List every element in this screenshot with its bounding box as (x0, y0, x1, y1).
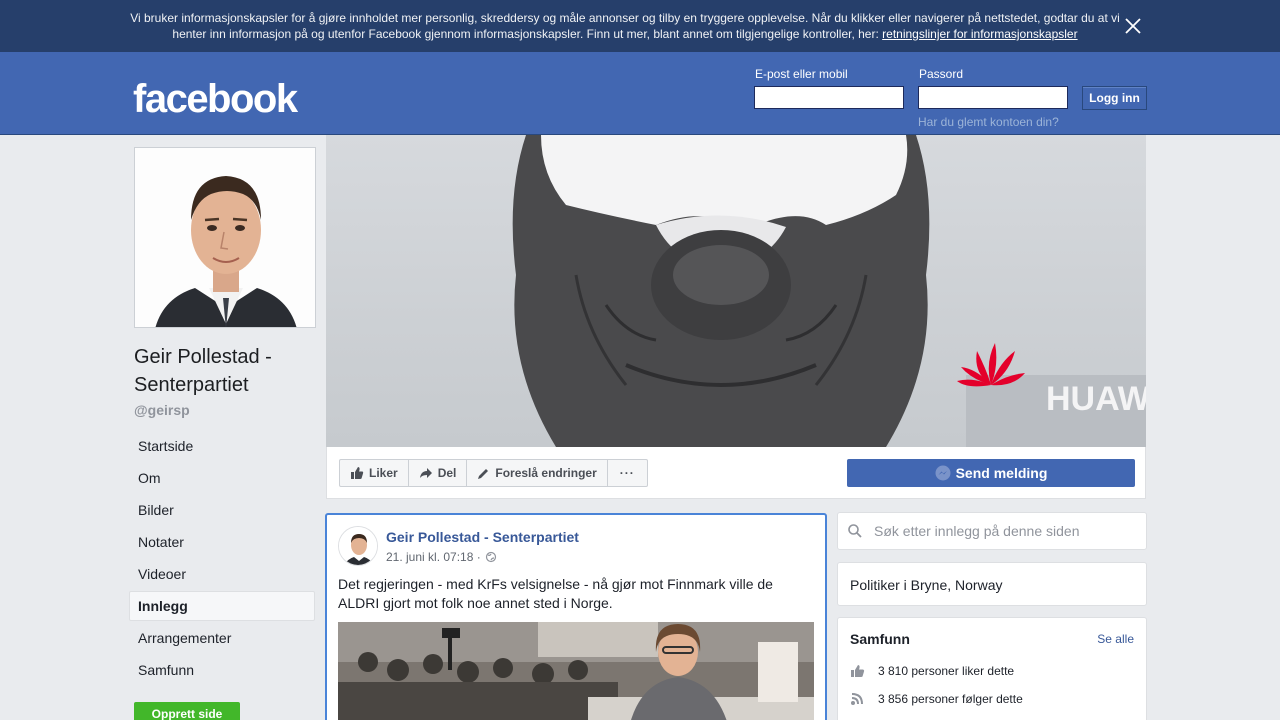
nav-item-events[interactable]: Arrangementer (129, 623, 315, 653)
nav-item-about[interactable]: Om (129, 463, 315, 493)
send-message-label: Send melding (955, 465, 1048, 481)
see-all-link[interactable]: Se alle (1097, 632, 1134, 646)
post-timestamp[interactable]: 21. juni kl. 07:18 · (386, 550, 497, 564)
page-nav: Startside Om Bilder Notater Videoer Innl… (129, 431, 315, 687)
cookie-banner: Vi bruker informasjonskapsler for å gjør… (0, 0, 1280, 52)
globe-icon (485, 551, 496, 563)
cookie-text: Vi bruker informasjonskapsler for å gjør… (130, 10, 1120, 42)
post-card: Geir Pollestad - Senterpartiet 21. juni … (325, 513, 827, 720)
post-text: Det regjeringen - med KrFs velsignelse -… (338, 576, 773, 611)
about-card: Politiker i Bryne, Norway (837, 562, 1147, 606)
post-image[interactable] (338, 622, 814, 720)
cover-photo[interactable]: HUAW (326, 135, 1146, 447)
post-search-box (837, 512, 1147, 550)
community-title: Samfunn (850, 631, 910, 647)
community-card: Samfunn Se alle 3 810 personer liker det… (837, 617, 1147, 720)
search-icon (848, 524, 862, 538)
messenger-icon (935, 465, 951, 481)
rss-follow-icon (851, 693, 863, 705)
pencil-icon (478, 468, 489, 479)
thumbs-up-icon (851, 665, 865, 677)
post-author-link[interactable]: Geir Pollestad - Senterpartiet (386, 529, 579, 545)
more-options-icon: ··· (619, 466, 635, 480)
post-time-text: 21. juni kl. 07:18 · (386, 550, 481, 564)
suggest-edits-label: Foreslå endringer (495, 466, 597, 480)
nav-item-notes[interactable]: Notater (129, 527, 315, 557)
share-label: Del (437, 466, 457, 480)
forgot-account-link[interactable]: Har du glemt kontoen din? (918, 115, 1059, 129)
more-options-button[interactable]: ··· (608, 460, 647, 486)
page-title[interactable]: Geir Pollestad - Senterpartiet (134, 343, 319, 399)
nav-item-videos[interactable]: Videoer (129, 559, 315, 589)
huawei-sign: HUAW (1046, 380, 1146, 418)
nav-item-community[interactable]: Samfunn (129, 655, 315, 685)
nav-item-posts[interactable]: Innlegg (129, 591, 315, 621)
post-author-avatar[interactable] (338, 526, 378, 566)
facebook-logo[interactable]: facebook (133, 78, 298, 120)
like-button[interactable]: Liker (340, 460, 409, 486)
suggest-edits-button[interactable]: Foreslå endringer (467, 460, 608, 486)
share-arrow-icon (419, 468, 432, 478)
password-label: Passord (919, 67, 964, 81)
cookie-policy-link[interactable]: retningslinjer for informasjonskapsler (882, 27, 1077, 41)
page-action-bar: Liker Del Foreslå endringer ··· Send mel… (326, 447, 1146, 499)
likes-stat: 3 810 personer liker dette (850, 664, 1014, 678)
likes-count: 3 810 personer liker dette (878, 664, 1015, 678)
post-search-input[interactable] (874, 521, 1134, 541)
top-header: facebook E-post eller mobil Passord Logg… (0, 52, 1280, 135)
email-label: E-post eller mobil (755, 67, 848, 81)
close-icon[interactable] (1122, 15, 1144, 37)
send-message-button[interactable]: Send melding (847, 459, 1135, 487)
nav-item-photos[interactable]: Bilder (129, 495, 315, 525)
email-input[interactable] (754, 86, 904, 109)
follows-stat: 3 856 personer følger dette (850, 692, 1023, 706)
nav-item-home[interactable]: Startside (129, 431, 315, 461)
share-button[interactable]: Del (409, 460, 468, 486)
follows-count: 3 856 personer følger dette (878, 692, 1023, 706)
like-label: Liker (369, 466, 398, 480)
thumbs-up-icon (351, 467, 364, 479)
password-input[interactable] (918, 86, 1068, 109)
about-category[interactable]: Politiker i Bryne, Norway (850, 577, 1003, 593)
create-page-button[interactable]: Opprett side (134, 702, 240, 720)
profile-picture[interactable] (134, 147, 316, 328)
action-button-group: Liker Del Foreslå endringer ··· (339, 459, 648, 487)
page-handle: @geirsp (134, 402, 190, 418)
login-button[interactable]: Logg inn (1082, 86, 1147, 110)
